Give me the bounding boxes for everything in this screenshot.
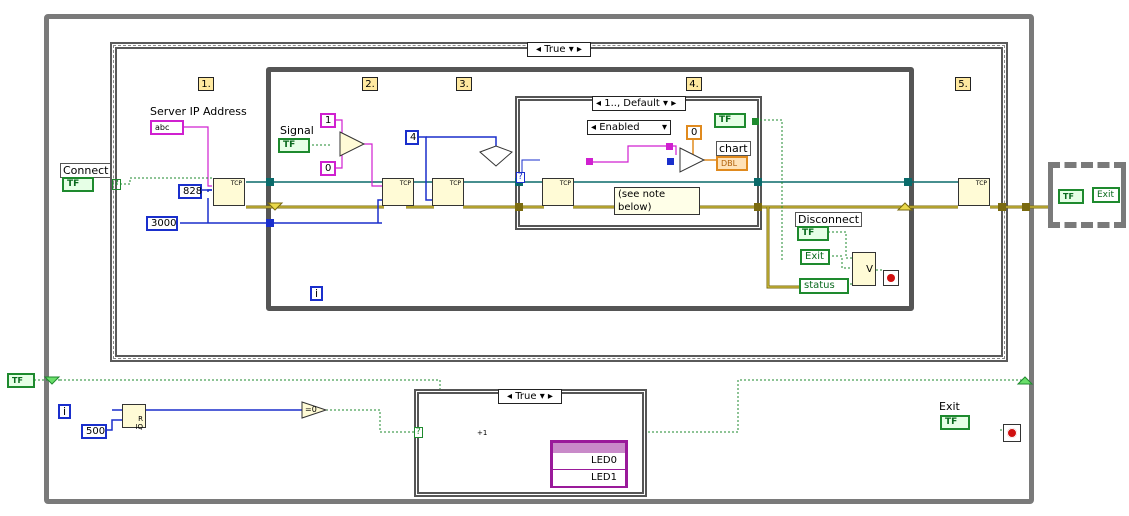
port-828-constant[interactable]: 828 [178,184,202,199]
bottom-case-selector-terminal: ? [414,427,423,438]
exit-right-label: Exit [1097,190,1115,200]
status-local-variable[interactable]: status [799,278,849,294]
signal-boolean-control[interactable]: TF [278,138,310,153]
prev-case-arrow-icon[interactable]: ◂ [507,391,512,402]
equal-zero-node[interactable]: =0 [305,403,317,416]
stop-sign-icon [1007,428,1017,438]
exit-boolean-control[interactable]: TF [940,415,970,430]
or-function-icon: V [866,264,873,275]
bottom-case-selector-label: True [515,391,537,402]
case-selector-terminal: ? [112,179,121,190]
loop-stop-terminal-inner [883,270,899,286]
string-constant-1[interactable]: 1 [320,113,336,128]
shift-register-init-boolean[interactable]: TF [7,373,35,388]
exit-bottom-label: Exit [939,400,960,413]
led-property-row-0[interactable]: LED0 [553,453,625,470]
case-dropdown-icon[interactable]: ▾ [540,391,545,402]
quotient-remainder-icon: R IQ [135,415,143,431]
tcp-read-node-2[interactable]: TCP [542,178,574,206]
bytes-to-read-constant-4[interactable]: 4 [405,130,419,145]
led-property-node[interactable]: LED0 LED1 [550,440,628,488]
server-ip-string-control[interactable]: abc [150,120,184,135]
exit-local-variable-top[interactable]: Exit [800,249,830,265]
port-3000-constant[interactable]: 3000 [146,216,178,231]
divisor-constant-500[interactable]: 500 [81,424,107,439]
status-label: status [804,280,835,291]
numeric-constant-0[interactable]: 0 [686,125,702,140]
next-case-arrow-icon[interactable]: ▸ [548,391,553,402]
disconnect-label: Disconnect [795,212,863,227]
led-property-header [553,443,625,453]
string-constant-0[interactable]: 0 [320,161,336,176]
exit-boolean-value: TF [945,417,958,427]
iteration-terminal-outer: i [58,404,72,419]
inner-boolean-control[interactable]: TF [714,113,746,128]
iteration-terminal-inner: i [310,286,324,301]
connect-boolean-value: TF [67,179,80,189]
exit-top-label: Exit [805,251,824,262]
tcp-open-connection-node[interactable]: TCP [213,178,245,206]
tcp-write-icon: TCP [399,180,411,187]
shift-register-init-value: TF [12,376,23,385]
led0-label: LED0 [591,455,617,466]
see-note-comment: (see note below) [614,187,700,215]
chart-indicator: DBL [716,156,748,171]
server-ip-label: Server IP Address [150,105,247,118]
tcp-open-icon: TCP [230,180,242,187]
signal-boolean-value: TF [283,140,296,150]
exit-local-variable-right[interactable]: Exit [1092,187,1120,203]
connect-boolean-control[interactable]: TF [62,177,94,192]
led1-label: LED1 [591,472,617,483]
inner-boolean-value: TF [719,115,732,125]
signal-label: Signal [280,124,314,137]
chart-dbl-type: DBL [721,159,738,168]
quotient-remainder-node[interactable]: R IQ [122,404,146,431]
chart-label: chart [716,141,751,156]
tcp-write-node-1[interactable]: TCP [382,178,414,206]
increment-node[interactable]: +1 [477,427,487,440]
tcp-read-icon: TCP [449,180,461,187]
tcp-read-node-1[interactable]: TCP [432,178,464,206]
exit-boolean-constant-value: TF [1063,192,1074,201]
loop-stop-terminal-outer [1003,424,1021,442]
disconnect-boolean-value: TF [802,228,815,238]
tcp-close-icon: TCP [975,180,987,187]
disconnect-boolean-control[interactable]: TF [797,226,829,241]
inner-case-selector-terminal: ? [516,172,525,183]
tcp-read-icon: TCP [559,180,571,187]
connect-label: Connect [60,163,112,178]
compound-or-node[interactable]: V [852,252,876,286]
stop-sign-icon [887,274,895,282]
led-property-row-1[interactable]: LED1 [553,470,625,486]
string-type-icon: abc [155,123,170,132]
bottom-case-selector[interactable]: ◂ True ▾ ▸ [498,389,562,404]
tcp-close-connection-node[interactable]: TCP [958,178,990,206]
exit-boolean-constant[interactable]: TF [1058,189,1084,204]
